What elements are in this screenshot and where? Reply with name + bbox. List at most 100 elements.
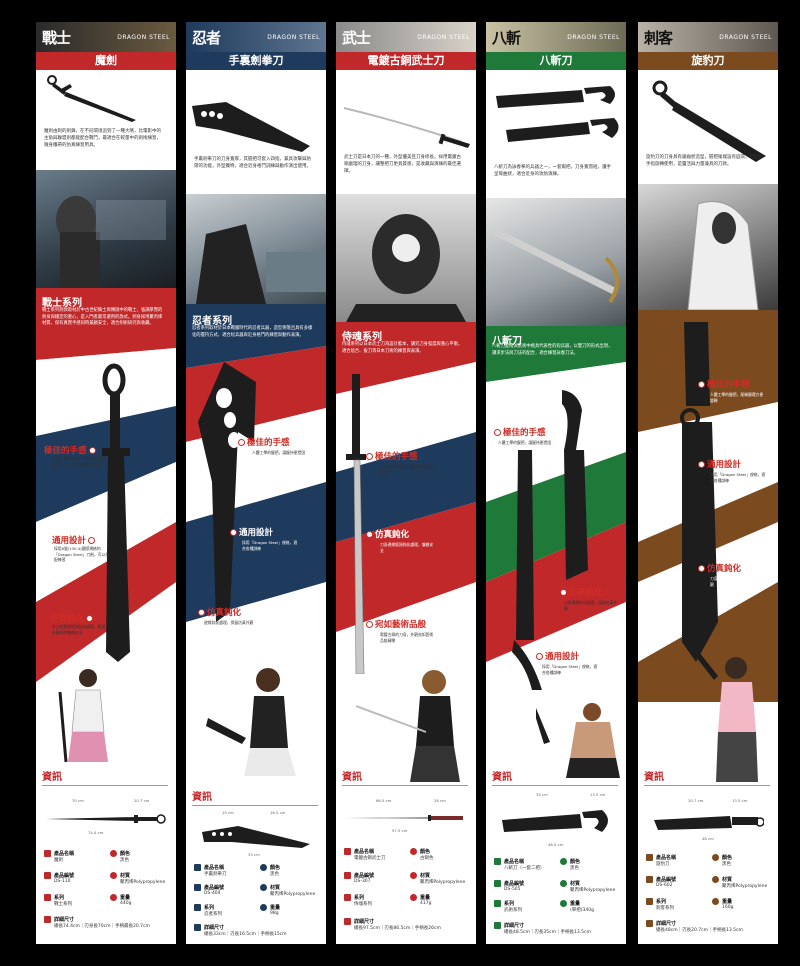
feature-universal: 通用設計 — [52, 534, 96, 546]
feature-blunt: 仿真鈍化 — [198, 606, 241, 618]
leopard-knife-icon — [680, 322, 718, 662]
spec-name: 產品名稱 手裏劍拳刀 — [194, 864, 227, 877]
spec-series: 系列 武術系列 — [494, 900, 522, 913]
feature-universal: 通用設計 — [230, 526, 273, 538]
dimension-label: 74.4 cm — [88, 830, 104, 835]
info-heading: 資訊 — [192, 788, 318, 806]
product-panel-leopard-knife: 刺客 DRAGON STEEL 旋豹刀 旋豹刀的刀身具有鋸齒狀造型，握把尾端設有… — [638, 22, 778, 944]
spec-color: 顏色 黑色 — [260, 864, 280, 877]
dimension-label: 97.5 cm — [392, 828, 408, 833]
spec-code: 產品編號 DS-110 — [44, 872, 74, 884]
spec-series: 系列 忍者系列 — [194, 904, 222, 917]
spec-color: 顏色 黑色 — [110, 850, 130, 863]
spec-name: 產品名稱 八斬刀（一套二把） — [494, 858, 545, 871]
spec-weight: 重量 440g — [110, 894, 131, 906]
dimension-label: 35 cm — [536, 792, 548, 797]
spec-material: 材質 聚丙烯Polypropylene — [410, 872, 465, 885]
spec-color: 顏色 黑色 — [560, 858, 580, 871]
feature-blunt-desc: 邊緣鈍化處理，保留仿真外觀 — [204, 620, 254, 625]
feature-blunt-desc: 刀身邊緣經過鈍化處理，兼顧安全 — [380, 542, 434, 553]
feature-blunt-desc: 本刀劍邊緣經過鈍化處理，保留外觀同時兼顧安全 — [52, 624, 106, 635]
feature-grip-desc: 人體工學的握把，搭配纏繩手感更佳 — [380, 464, 434, 475]
butterfly-sword-diagram — [502, 810, 608, 832]
info-heading: 資訊 — [342, 768, 468, 786]
spec-color: 顏色 古銅色 — [410, 848, 434, 861]
info-heading: 資訊 — [42, 768, 168, 786]
series-title: 忍者系列 — [192, 316, 232, 327]
spec-material: 材質 聚丙烯Polypropylene — [560, 880, 615, 893]
dimension-label: 26 cm — [434, 798, 446, 803]
katana-diagram — [346, 815, 463, 821]
sword-diagram — [46, 814, 166, 824]
spec-weight: 重量 (單把)340g — [560, 900, 594, 913]
dimension-label: 15 cm — [222, 810, 234, 815]
series-title: 戰士系列 — [42, 298, 82, 309]
product-panel-knuckle-knife: 忍者 DRAGON STEEL 手裏劍拳刀 手裏劍拳刀的刀身寬厚，其握把可套入四… — [186, 22, 326, 944]
spec-name: 產品名稱 電鍍古銅武士刀 — [344, 848, 386, 861]
spec-size: 詳細尺寸 總長33cm｜刃長16.5cm｜手柄長15cm — [194, 924, 318, 937]
spec-series: 系列 侍魂系列 — [344, 894, 372, 907]
sword-icon — [102, 363, 130, 662]
feature-grip: 極佳的手感 — [44, 444, 96, 456]
spec-name: 產品名稱 魔劍 — [44, 850, 74, 863]
spec-weight: 重量 417g — [410, 894, 431, 906]
spec-code: 產品編號 DS-505 — [494, 880, 524, 892]
feature-grip: 極佳的手感 — [494, 426, 546, 438]
feature-blunt-desc: 刀身邊緣鈍化處理，保留仿真外觀 — [564, 600, 618, 611]
spec-material: 材質 聚丙烯Polypropylene — [712, 876, 767, 889]
info-heading: 資訊 — [492, 768, 618, 786]
spec-series: 系列 刺客系列 — [646, 898, 674, 911]
leopard-knife-diagram — [654, 816, 764, 830]
spec-weight: 重量 160g — [712, 898, 733, 910]
dimension-label: 86.5 cm — [376, 798, 392, 803]
spec-series: 系列 戰士系列 — [44, 894, 72, 907]
feature-grip: 極佳的手感 — [238, 436, 290, 448]
spec-size: 詳細尺寸 總長48.5cm｜刃長35cm｜手柄長13.5cm — [494, 922, 618, 935]
model-photo — [58, 669, 108, 762]
spec-code: 產品編號 DS-404 — [194, 884, 224, 896]
series-description: 戰士系列劍款取材於中古世紀騎士與傳說中的戰士，強調厚實的劍身與穩定的重心，是入門… — [42, 308, 163, 326]
product-panel-katana: 武士 DRAGON STEEL 電鍍古銅武士刀 武士刀是日本刀的一種，外型優美且… — [336, 22, 476, 944]
series-title: 侍魂系列 — [342, 332, 382, 343]
dimension-label: 20.7 cm — [688, 798, 704, 803]
spec-material: 材質 聚丙烯Polypropylene — [260, 884, 315, 897]
feature-grip: 極佳的手感 — [698, 378, 750, 390]
dimension-label: 70 cm — [72, 798, 84, 803]
spec-code: 產品編號 DS-602 — [646, 876, 676, 888]
series-description: 忍者系列取材於日本戰國時代的忍者兵器，造型俐落且具有多樣化的握持方式，適合短兵器… — [192, 326, 313, 338]
feature-blunt: 仿真鈍化 — [698, 562, 741, 574]
series-description: 侍魂系列以日本武士刀為設計藍本，講究刀身弧度與重心平衡，適合居合、拔刀等日本刀術… — [342, 342, 463, 354]
dimension-label: 16.5 cm — [270, 810, 286, 815]
spec-weight: 重量 98g — [260, 904, 280, 916]
feature-universal: 通用設計 — [698, 458, 741, 470]
product-panel-butterfly-swords: 八斬 DRAGON STEEL 八斬刀 八斬刀為詠春拳的兵器之一，一套兩把，刀身… — [486, 22, 626, 944]
info-heading: 資訊 — [644, 768, 770, 786]
feature-artwork-desc: 電鍍古銅的刀身，外觀宛如藝術品般精緻 — [380, 632, 434, 643]
spec-size: 詳細尺寸 總長74.4cm｜刃身長70cm｜手柄最長20.7cm — [44, 916, 168, 929]
feature-universal-desc: 採用「Dragon Steel」規格，適合各種訓練 — [542, 664, 598, 675]
dimension-label: 13.5 cm — [590, 792, 606, 797]
model-photo — [688, 638, 758, 782]
product-panel-mojian: 戰士 DRAGON STEEL 魔劍 魔劍由刺的劍鋒，在不同環境追到了一種大略，… — [36, 22, 176, 944]
series-description: 八斬刀是南派武術中極具代表性的短兵器，以雙刀的形式出現，講求步法與刀法的配合，適… — [492, 344, 613, 356]
feature-grip: 極佳的手感 — [366, 450, 418, 462]
feature-blunt: 仿真鈍化 — [366, 528, 409, 540]
spec-material: 材質 聚丙烯Polypropylene — [110, 872, 165, 885]
feature-blunt: 仿真鈍化 — [560, 586, 603, 598]
model-photo — [356, 670, 460, 782]
model-photo — [206, 668, 296, 776]
feature-universal-desc: 採用8號(130.4)國際規格的「Dragon Steel」刀劍，可以搭配練習 — [54, 546, 110, 562]
knuckle-knife-icon — [198, 362, 256, 622]
spec-size: 詳細尺寸 總長48cm｜刃長20.7cm｜手柄長13.5cm — [646, 920, 770, 933]
feature-blunt: 仿真鈍化 — [50, 612, 94, 624]
knife-diagram — [202, 826, 310, 848]
dimension-label: 48 cm — [702, 836, 714, 841]
feature-blunt-desc: 刀身邊緣鈍化處理，保留仿真外觀 — [710, 576, 764, 587]
feature-universal: 通用設計 — [536, 650, 579, 662]
model-photo — [536, 703, 620, 778]
dimension-label: 13.5 cm — [732, 798, 748, 803]
dimension-label: 48.5 cm — [548, 842, 564, 847]
feature-grip-desc: 人體工學的握把，除了增強把握時的手感，更讓訓練更為舒適 — [52, 456, 106, 467]
feature-grip-desc: 人體工學的握把，讓握持更穩固 — [498, 440, 552, 445]
spec-color: 顏色 黑色 — [712, 854, 732, 867]
